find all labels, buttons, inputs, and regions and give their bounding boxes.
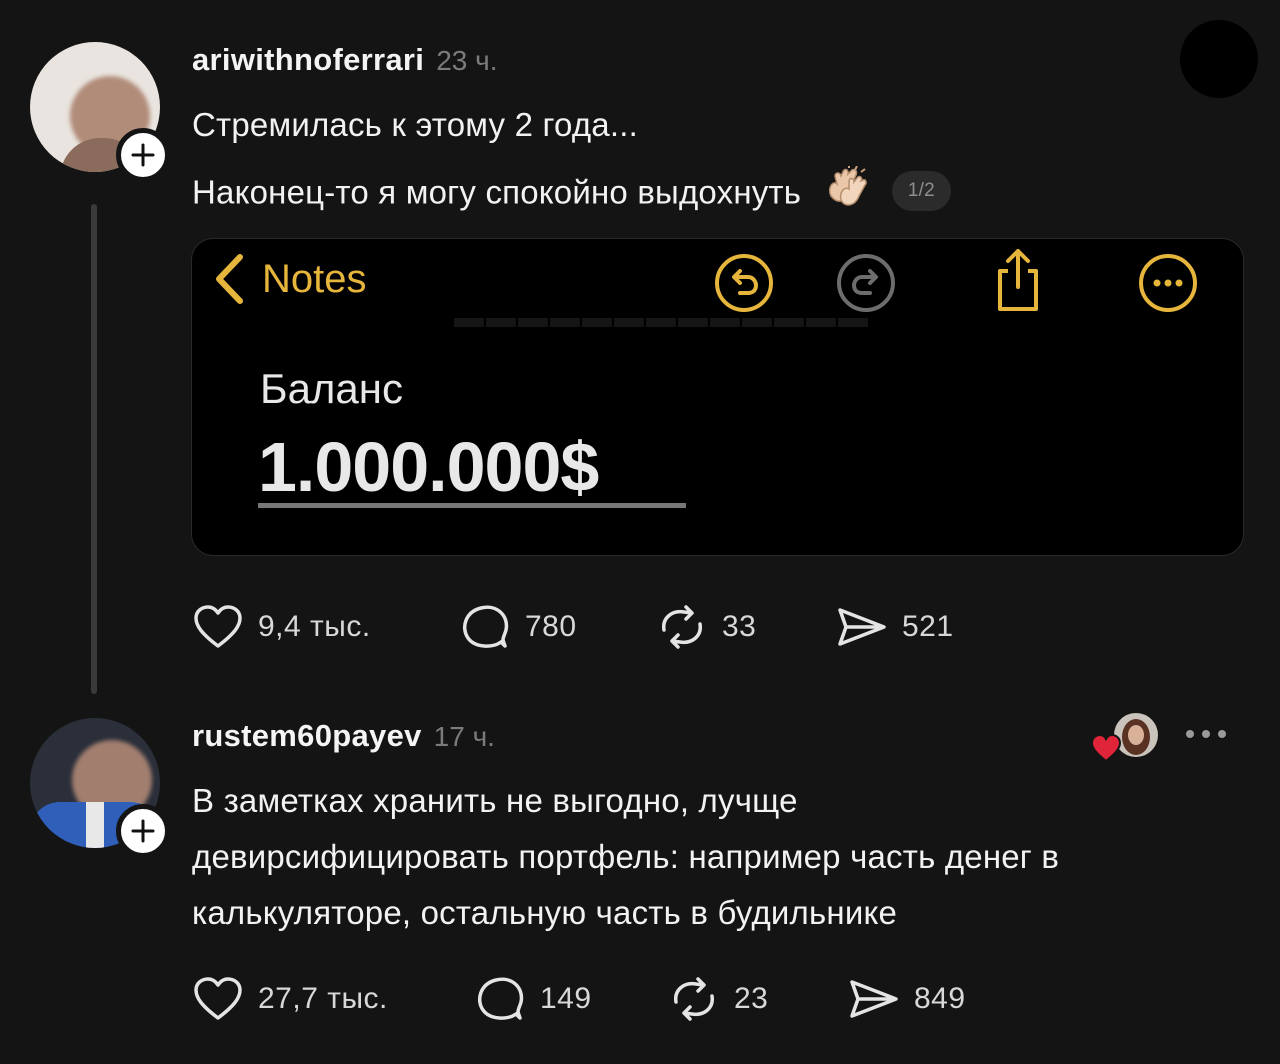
comment-icon (463, 605, 509, 648)
post-header: ariwithnoferrari 23 ч. (192, 42, 497, 78)
chevron-left-icon (216, 254, 243, 304)
username[interactable]: rustem60payev (192, 718, 422, 754)
repost-count: 33 (722, 610, 757, 643)
repost-button[interactable]: 23 (668, 976, 768, 1022)
notes-back-label: Notes (262, 256, 367, 301)
thread-post-1: ariwithnoferrari 23 ч. Стремилась к этом… (0, 0, 1280, 700)
more-options-button[interactable] (1186, 730, 1226, 738)
thread-line (91, 204, 97, 694)
repost-icon (662, 605, 702, 649)
post-image-notes-screenshot[interactable]: Notes ▬▬▬▬▬▬▬▬▬▬▬▬▬ Баланс 1.000.000$ (191, 238, 1244, 556)
balance-value: 1.000.000$ (258, 428, 599, 506)
share-button[interactable]: 521 (834, 604, 954, 650)
reply-button[interactable]: 149 (474, 976, 592, 1022)
plus-icon (131, 819, 155, 843)
heart-icon (194, 605, 242, 648)
follow-button[interactable] (116, 804, 170, 858)
balance-underline (258, 503, 686, 508)
like-button[interactable]: 9,4 тыс. (192, 604, 371, 650)
faded-date-text: ▬▬▬▬▬▬▬▬▬▬▬▬▬ (454, 301, 870, 334)
dot (1202, 730, 1210, 738)
share-count: 521 (902, 610, 954, 643)
repost-count: 23 (734, 982, 769, 1015)
repost-icon (674, 977, 714, 1021)
heart-icon (194, 977, 242, 1020)
username[interactable]: ariwithnoferrari (192, 42, 424, 78)
timestamp: 17 ч. (433, 721, 495, 752)
like-count: 27,7 тыс. (258, 982, 388, 1015)
more-options-button[interactable] (1180, 20, 1258, 98)
heart-filled-icon (1090, 733, 1122, 763)
post-header: rustem60payev 17 ч. (192, 718, 495, 754)
plus-icon (131, 143, 155, 167)
post-text-line-2: Наконец-то я могу спокойно выдохнуть (192, 173, 802, 211)
post-text-line: Наконец-то я могу спокойно выдохнуть 1/2 (192, 165, 951, 220)
reply-count: 780 (525, 610, 577, 643)
post-text-line: В заметках хранить не выгодно, лучще (192, 782, 798, 819)
balance-label: Баланс (260, 365, 403, 412)
post-text-line: калькуляторе, остальную часть в будильни… (192, 894, 898, 931)
share-button[interactable]: 849 (846, 976, 966, 1022)
reply-count: 149 (540, 982, 592, 1015)
dot (1186, 730, 1194, 738)
undo-icon (715, 254, 773, 312)
clapping-hands-icon (825, 165, 869, 216)
ellipsis-circle-icon (1139, 254, 1197, 312)
dot (1218, 730, 1226, 738)
reply-button[interactable]: 780 (459, 604, 577, 650)
send-icon (838, 608, 886, 646)
follow-button[interactable] (116, 128, 170, 182)
repost-button[interactable]: 33 (656, 604, 756, 650)
comment-icon (478, 977, 524, 1020)
post-text-line: Стремилась к этому 2 года... (192, 106, 638, 143)
share-count: 849 (914, 982, 966, 1015)
redo-icon (837, 254, 895, 312)
timestamp: 23 ч. (436, 45, 498, 76)
like-button[interactable]: 27,7 тыс. (192, 976, 388, 1022)
share-icon (998, 249, 1038, 311)
notes-back-button: Notes (214, 253, 367, 305)
send-icon (850, 980, 898, 1018)
liked-by-author-badge (1090, 713, 1160, 763)
media-page-indicator: 1/2 (891, 171, 951, 211)
post-text-line: девирсифицировать портфель: например час… (192, 838, 1060, 875)
like-count: 9,4 тыс. (258, 610, 371, 643)
